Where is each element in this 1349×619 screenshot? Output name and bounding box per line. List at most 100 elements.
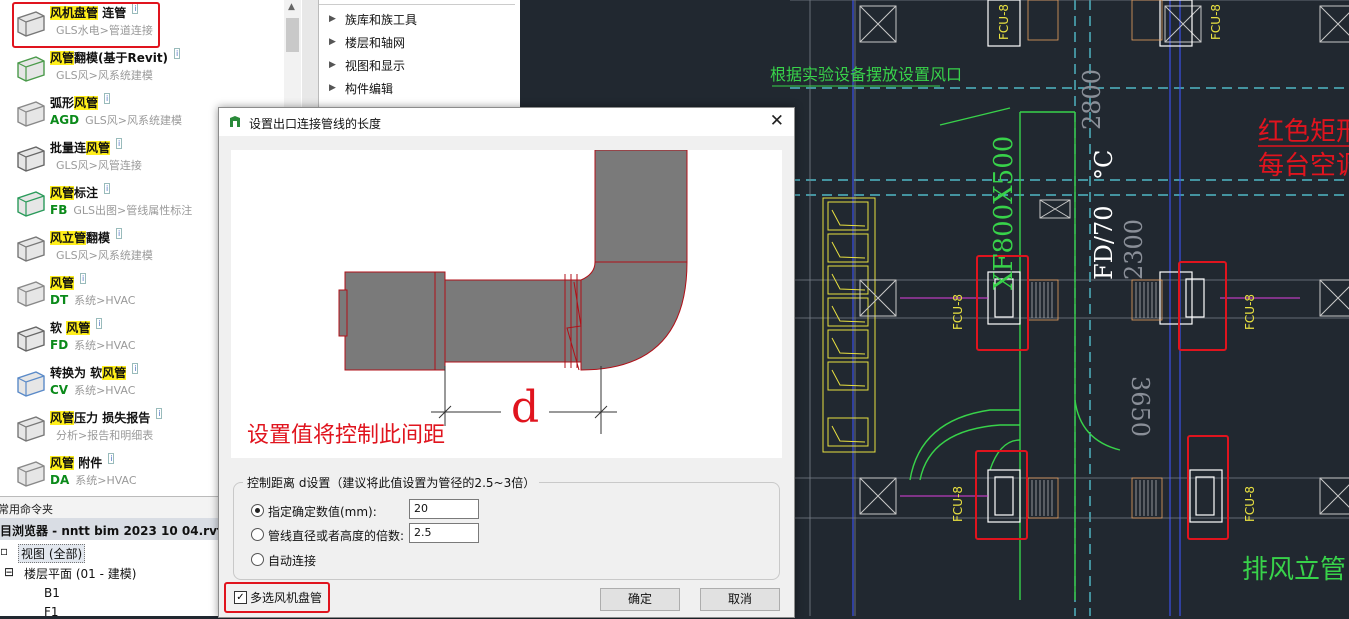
command-path: 分析>报告和明细表: [56, 429, 154, 442]
tree-node-floor-plan[interactable]: 楼层平面 (01 - 建模): [24, 565, 136, 582]
duct-tool-icon: [17, 326, 45, 352]
command-path: AGD GLS风>风系统建模: [50, 113, 182, 127]
command-path: GLS风>风系统建模: [56, 69, 153, 82]
dialog-titlebar[interactable]: 设置出口连接管线的长度 ✕: [219, 108, 794, 136]
cad-fcu-label: FCU-8: [951, 486, 965, 522]
cad-fcu-label: FCU-8: [951, 294, 965, 330]
tree-item-component-edit[interactable]: 构件编辑: [345, 80, 393, 97]
app-icon: [230, 116, 240, 127]
command-path: DA 系统>HVAC: [50, 473, 137, 487]
cad-deg-label: °C: [1090, 150, 1118, 180]
duct-diagram: d 设置值将控制此间距: [247, 149, 688, 448]
panel-gap: [302, 0, 318, 108]
expand-icon[interactable]: ▶: [329, 37, 336, 47]
used-commands-bar[interactable]: 常用命令夹: [0, 496, 218, 519]
info-icon[interactable]: i: [116, 228, 123, 239]
tree-node-views[interactable]: 视图 (全部): [18, 544, 86, 563]
command-path: FD 系统>HVAC: [50, 338, 136, 352]
project-browser-tree: ▫ 视图 (全部) ⊟ 楼层平面 (01 - 建模) B1 F1: [0, 540, 218, 619]
radio-diameter-multiple-label: 管线直径或者高度的倍数:: [268, 529, 405, 543]
command-title: 风立管翻模 i: [50, 228, 123, 245]
command-title: 风管 i: [50, 273, 87, 290]
command-title: 转换为 软风管 i: [50, 363, 139, 380]
command-path: DT 系统>HVAC: [50, 293, 136, 307]
duct-tool-icon: [17, 56, 45, 82]
dialog-title: 设置出口连接管线的长度: [249, 117, 382, 131]
info-icon[interactable]: i: [104, 183, 111, 194]
group-label: 控制距离 d设置（建议将此值设置为管径的2.5~3倍）: [243, 474, 540, 491]
command-title: 风管标注 i: [50, 183, 111, 200]
expand-icon[interactable]: ▶: [329, 83, 336, 93]
tree-node-f1[interactable]: F1: [44, 605, 59, 619]
command-path: FB GLS出图>管线属性标注: [50, 203, 193, 217]
cad-fcu-label: FCU-8: [1209, 4, 1223, 40]
multiple-input[interactable]: 2.5: [409, 523, 479, 543]
duct-tool-icon: [17, 101, 45, 127]
duct-tool-icon: [17, 461, 45, 487]
info-icon[interactable]: i: [104, 93, 111, 104]
project-browser-header: 项目浏览器 - nntt bim 2023 10 04.rvt: [0, 518, 223, 540]
cad-fd-label: FD/70: [1090, 205, 1118, 280]
tool-tree-panel: ▶ 族库和族工具 ▶ 楼层和轴网 ▶ 视图和显示 ▶ 构件编辑: [318, 0, 521, 108]
command-title: 风管压力 损失报告 i: [50, 408, 163, 425]
cad-red-note-1: 红色矩形: [1258, 117, 1349, 147]
cancel-button[interactable]: 取消: [700, 588, 780, 611]
command-item[interactable]: 风管翻模(基于Revit) i GLS风>风系统建模: [0, 45, 285, 90]
fixed-value-input[interactable]: 20: [409, 499, 479, 519]
expand-icon[interactable]: ▶: [329, 60, 336, 70]
cad-dim-2300: 2300: [1120, 219, 1148, 280]
duct-tool-icon: [17, 236, 45, 262]
cad-dim-2800: 2800: [1078, 69, 1106, 130]
command-title: 弧形风管 i: [50, 93, 111, 110]
used-commands-label: 常用命令夹: [0, 503, 53, 516]
tree-item-view-display[interactable]: 视图和显示: [345, 57, 405, 74]
illustration-caption: 设置值将控制此间距: [247, 423, 445, 448]
command-title: 软 风管 i: [50, 318, 103, 335]
info-icon[interactable]: i: [108, 453, 115, 464]
command-path: CV 系统>HVAC: [50, 383, 136, 397]
cad-dim-3650: 3650: [1126, 376, 1154, 437]
command-path: GLS风>风管连接: [56, 159, 142, 172]
cad-fcu-label: FCU-8: [1243, 486, 1257, 522]
radio-fixed-value-label: 指定确定数值(mm):: [268, 505, 377, 519]
duct-tool-icon: [17, 371, 45, 397]
ok-button[interactable]: 确定: [600, 588, 680, 611]
duct-tool-icon: [17, 146, 45, 172]
command-path: GLS风>风系统建模: [56, 249, 153, 262]
duct-tool-icon: [17, 416, 45, 442]
command-title: 风管翻模(基于Revit) i: [50, 48, 181, 65]
views-node-icon: ▫: [0, 544, 9, 558]
duct-tool-icon: [17, 281, 45, 307]
scrollbar-thumb[interactable]: [286, 18, 299, 52]
info-icon[interactable]: i: [132, 363, 139, 374]
collapse-icon[interactable]: ⊟: [4, 565, 14, 579]
highlight-box: [12, 2, 160, 48]
command-title: 批量连风管 i: [50, 138, 123, 155]
tree-node-b1[interactable]: B1: [44, 586, 60, 600]
duct-tool-icon: [17, 191, 45, 217]
scroll-up-icon[interactable]: ▲: [288, 2, 295, 12]
cad-exhaust-note: 排风立管: [1242, 555, 1346, 585]
info-icon[interactable]: i: [96, 318, 103, 329]
info-icon[interactable]: i: [156, 408, 163, 419]
info-icon[interactable]: i: [174, 48, 181, 59]
cad-fcu-label: FCU-8: [997, 4, 1011, 40]
highlight-box: [224, 582, 330, 613]
command-title: 风管 附件 i: [50, 453, 115, 470]
connection-illustration: d 设置值将控制此间距: [231, 149, 782, 458]
radio-auto-connect-label: 自动连接: [268, 554, 317, 568]
cad-red-note-2: 每台空调: [1258, 151, 1349, 181]
expand-icon[interactable]: ▶: [329, 14, 336, 24]
project-browser-title: 项目浏览器 - nntt bim 2023 10 04.rvt: [0, 524, 223, 538]
tree-item-family-library[interactable]: 族库和族工具: [345, 11, 417, 28]
cad-note: 根据实验设备摆放设置风口: [770, 65, 962, 84]
close-icon[interactable]: ✕: [770, 111, 784, 131]
radio-diameter-multiple[interactable]: [251, 528, 264, 541]
cad-fcu-label: FCU-8: [1243, 294, 1257, 330]
info-icon[interactable]: i: [80, 273, 87, 284]
info-icon[interactable]: i: [116, 138, 123, 149]
tree-item-levels-grids[interactable]: 楼层和轴网: [345, 34, 405, 51]
radio-fixed-value[interactable]: [251, 504, 264, 517]
cad-duct-size: XF800X500: [989, 136, 1019, 290]
radio-auto-connect[interactable]: [251, 553, 264, 566]
